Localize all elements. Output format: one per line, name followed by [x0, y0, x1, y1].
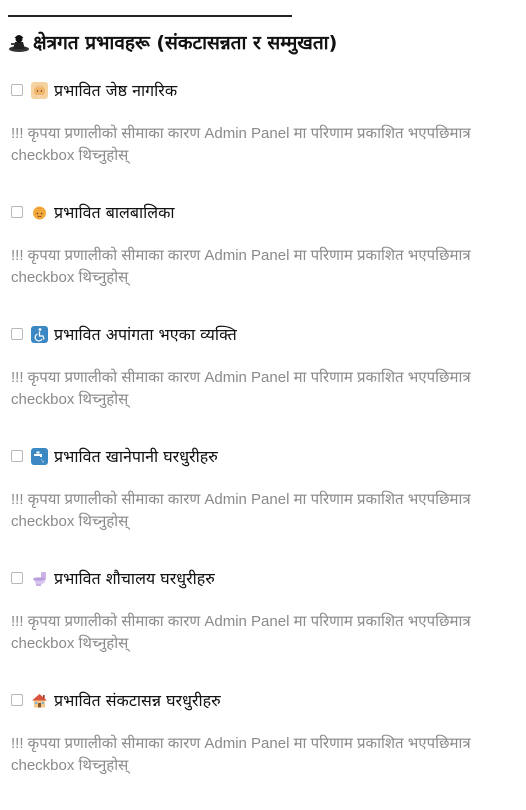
drinking-water-checkbox[interactable]: [11, 450, 23, 462]
disability-label[interactable]: प्रभावित अपांगता भएका व्यक्ति: [54, 323, 237, 345]
disability-checkbox[interactable]: [11, 328, 23, 340]
wheelchair-icon: [31, 325, 48, 343]
section-title: क्षेत्रगत प्रभावहरू (संकटासन्नता र सम्मु…: [33, 32, 338, 54]
water-tap-icon: [31, 447, 48, 465]
toilet-label[interactable]: प्रभावित शौचालय घरधुरीहरु: [54, 567, 215, 589]
toilet-icon: [33, 571, 46, 586]
elderly-checkbox[interactable]: [11, 84, 23, 96]
vulnerable-households-note: !!! कृपया प्रणालीको सीमाका कारण Admin Pa…: [11, 735, 471, 774]
checklist-item-children: प्रभावित बालबालिका !!! कृपया प्रणालीको स…: [11, 200, 511, 322]
children-checkbox[interactable]: [11, 206, 23, 218]
construction-worker-icon: [9, 35, 29, 52]
children-note: !!! कृपया प्रणालीको सीमाका कारण Admin Pa…: [11, 247, 471, 286]
top-divider: [8, 15, 292, 17]
elderly-label[interactable]: प्रभावित जेष्ठ नागरिक: [54, 79, 177, 101]
older-person-icon: [31, 81, 48, 99]
impact-checklist: प्रभावित जेष्ठ नागरिक !!! कृपया प्रणालीक…: [11, 78, 511, 810]
drinking-water-note: !!! कृपया प्रणालीको सीमाका कारण Admin Pa…: [11, 491, 471, 530]
house-icon: [32, 693, 47, 707]
drinking-water-label[interactable]: प्रभावित खानेपानी घरधुरीहरु: [54, 445, 218, 467]
checklist-item-drinking-water: प्रभावित खानेपानी घरधुरीहरु !!! कृपया प्…: [11, 444, 511, 566]
section-heading: क्षेत्रगत प्रभावहरू (संकटासन्नता र सम्मु…: [8, 29, 337, 55]
toilet-note: !!! कृपया प्रणालीको सीमाका कारण Admin Pa…: [11, 613, 471, 652]
disability-note: !!! कृपया प्रणालीको सीमाका कारण Admin Pa…: [11, 369, 471, 408]
checklist-item-elderly: प्रभावित जेष्ठ नागरिक !!! कृपया प्रणालीक…: [11, 78, 511, 200]
vulnerable-households-label[interactable]: प्रभावित संकटासन्न घरधुरीहरु: [54, 689, 221, 711]
vulnerable-households-checkbox[interactable]: [11, 694, 23, 706]
checklist-item-disability: प्रभावित अपांगता भएका व्यक्ति !!! कृपया …: [11, 322, 511, 444]
toilet-checkbox[interactable]: [11, 572, 23, 584]
child-icon: [33, 206, 46, 219]
children-label[interactable]: प्रभावित बालबालिका: [54, 201, 175, 223]
checklist-item-vulnerable-households: प्रभावित संकटासन्न घरधुरीहरु !!! कृपया प…: [11, 688, 511, 810]
checklist-item-toilet: प्रभावित शौचालय घरधुरीहरु !!! कृपया प्रण…: [11, 566, 511, 688]
elderly-note: !!! कृपया प्रणालीको सीमाका कारण Admin Pa…: [11, 125, 471, 164]
